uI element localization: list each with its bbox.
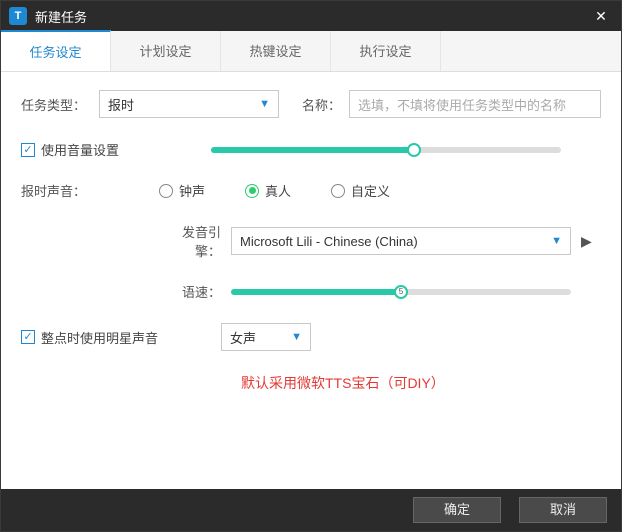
radio-icon <box>245 184 259 198</box>
task-type-value: 报时 <box>108 95 134 114</box>
tab-execute-settings[interactable]: 执行设定 <box>331 31 441 71</box>
chevron-down-icon: ▼ <box>291 331 302 343</box>
star-voice-label: 整点时使用明星声音 <box>41 328 158 347</box>
tab-bar: 任务设定 计划设定 热键设定 执行设定 <box>1 31 621 72</box>
app-icon: T <box>9 7 27 25</box>
radio-human[interactable]: 真人 <box>245 181 291 200</box>
engine-value: Microsoft Lili - Chinese (China) <box>240 234 418 249</box>
use-volume-label: 使用音量设置 <box>41 140 119 159</box>
voice-gender-value: 女声 <box>230 328 256 347</box>
radio-bell[interactable]: 钟声 <box>159 181 205 200</box>
volume-slider[interactable] <box>211 147 561 153</box>
window-title: 新建任务 <box>35 7 589 26</box>
play-icon[interactable]: ▶ <box>581 233 592 250</box>
sound-radio-group: 钟声 真人 自定义 <box>159 181 390 200</box>
check-icon: ✓ <box>21 143 35 157</box>
titlebar: T 新建任务 ✕ <box>1 1 621 31</box>
speed-label: 语速： <box>161 282 231 301</box>
tab-schedule-settings[interactable]: 计划设定 <box>111 31 221 71</box>
name-label: 名称： <box>299 95 349 114</box>
radio-icon <box>159 184 173 198</box>
dialog-footer: 确定 取消 <box>1 489 621 531</box>
chevron-down-icon: ▼ <box>259 98 270 110</box>
sound-label: 报时声音： <box>21 181 99 200</box>
tab-hotkey-settings[interactable]: 热键设定 <box>221 31 331 71</box>
check-icon: ✓ <box>21 330 35 344</box>
use-volume-checkbox[interactable]: ✓ 使用音量设置 <box>21 140 211 159</box>
radio-icon <box>331 184 345 198</box>
cancel-button[interactable]: 取消 <box>519 497 607 523</box>
task-type-select[interactable]: 报时 ▼ <box>99 90 279 118</box>
engine-label: 发音引擎： <box>161 222 231 260</box>
name-input[interactable]: 选填，不填将使用任务类型中的名称 <box>349 90 601 118</box>
star-voice-checkbox[interactable]: ✓ 整点时使用明星声音 <box>21 328 221 347</box>
engine-select[interactable]: Microsoft Lili - Chinese (China) ▼ <box>231 227 571 255</box>
chevron-down-icon: ▼ <box>551 235 562 247</box>
close-icon[interactable]: ✕ <box>589 8 613 25</box>
ok-button[interactable]: 确定 <box>413 497 501 523</box>
tab-task-settings[interactable]: 任务设定 <box>1 30 111 71</box>
voice-gender-select[interactable]: 女声 ▼ <box>221 323 311 351</box>
task-type-label: 任务类型： <box>21 95 99 114</box>
dialog-body: 任务类型： 报时 ▼ 名称： 选填，不填将使用任务类型中的名称 ✓ 使用音量设置… <box>1 72 621 489</box>
dialog-window: T 新建任务 ✕ 任务设定 计划设定 热键设定 执行设定 任务类型： 报时 ▼ … <box>0 0 622 532</box>
radio-custom[interactable]: 自定义 <box>331 181 390 200</box>
tts-note: 默认采用微软TTS宝石（可DIY） <box>241 373 601 393</box>
speed-slider[interactable]: 5 <box>231 289 571 295</box>
